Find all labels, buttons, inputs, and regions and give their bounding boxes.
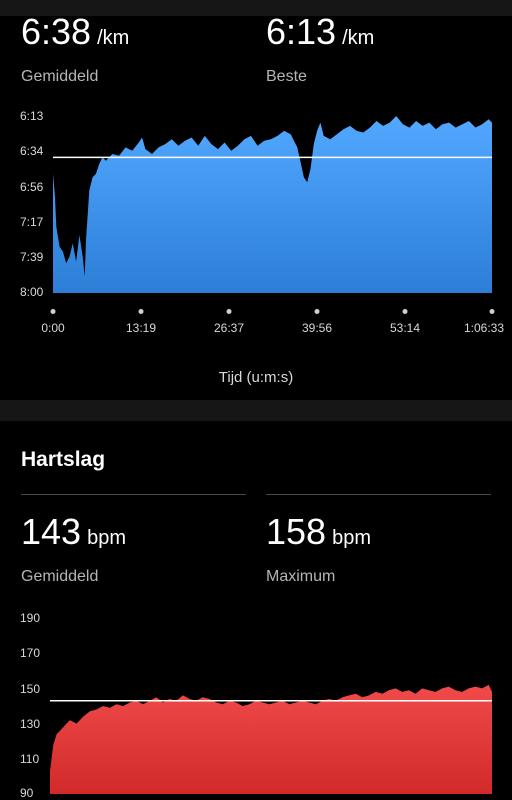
heart-rate-chart [50,684,492,794]
